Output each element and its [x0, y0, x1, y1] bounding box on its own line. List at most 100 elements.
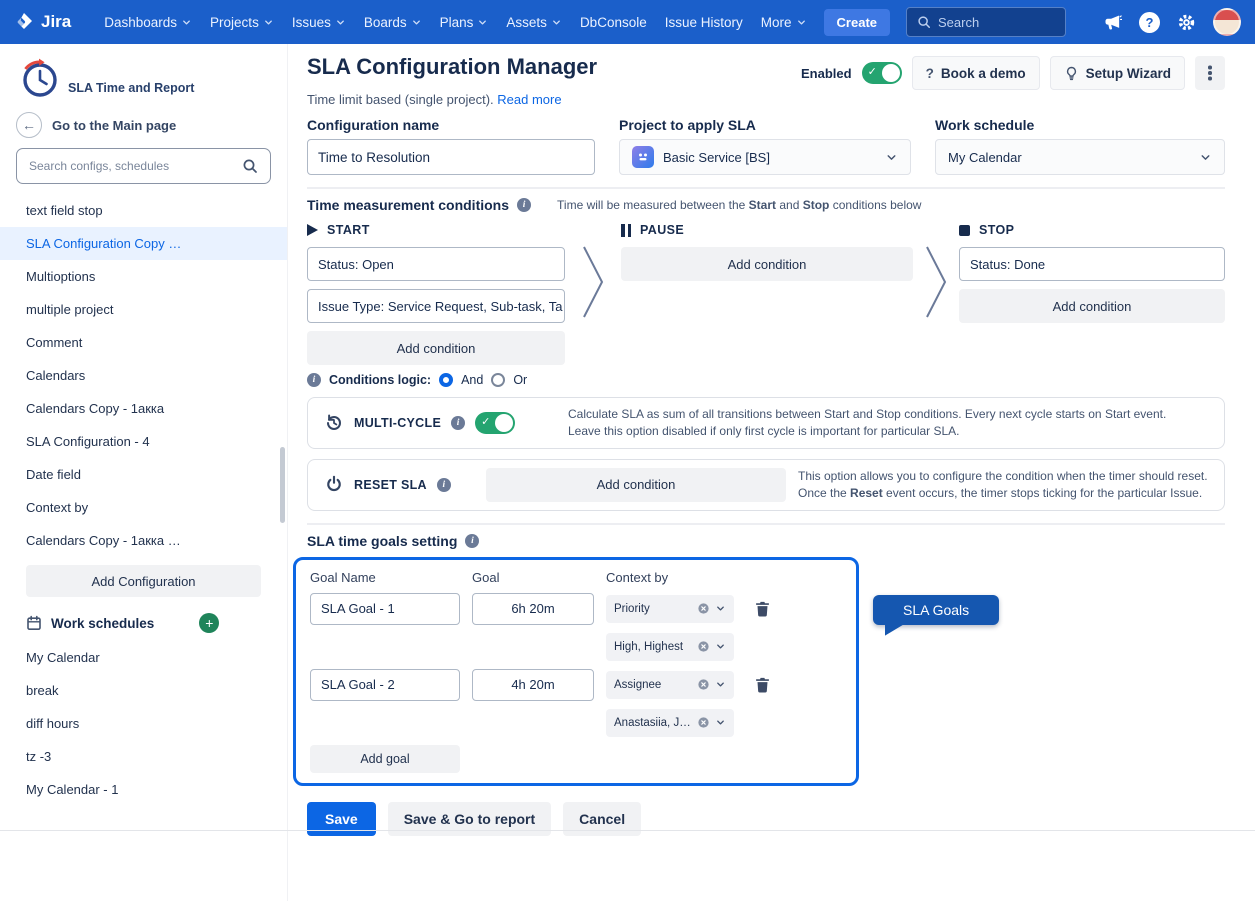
add-goal-button[interactable]: Add goal	[310, 745, 460, 773]
nav-item-dashboards[interactable]: Dashboards	[95, 9, 201, 36]
goal-value-input[interactable]	[472, 593, 594, 625]
add-start-condition-button[interactable]: Add condition	[307, 331, 565, 365]
config-item[interactable]: multiple project	[0, 293, 287, 326]
config-item-selected[interactable]: SLA Configuration Copy …	[0, 227, 287, 260]
back-to-main-link[interactable]: Go to the Main page	[0, 104, 287, 144]
delete-goal-button[interactable]	[746, 670, 778, 700]
nav-item-projects[interactable]: Projects	[201, 9, 283, 36]
clear-icon[interactable]	[697, 602, 710, 615]
more-actions-button[interactable]	[1195, 56, 1225, 90]
kebab-menu-icon	[1208, 71, 1212, 75]
context-by-select[interactable]: Assignee	[606, 671, 734, 699]
multi-cycle-toggle[interactable]	[475, 412, 515, 434]
config-item[interactable]: Date field	[0, 458, 287, 491]
goal-name-input[interactable]	[310, 669, 460, 701]
add-stop-condition-button[interactable]: Add condition	[959, 289, 1225, 323]
chevron-down-icon	[263, 17, 274, 28]
add-schedule-button[interactable]	[199, 613, 219, 633]
start-condition-chip[interactable]: Status: Open	[307, 247, 565, 281]
goal-name-input[interactable]	[310, 593, 460, 625]
config-item[interactable]: Calendars	[0, 359, 287, 392]
global-search-input[interactable]	[938, 15, 1046, 30]
schedule-item[interactable]: My Calendar	[0, 641, 287, 674]
nav-item-assets[interactable]: Assets	[497, 9, 571, 36]
schedule-item[interactable]: diff hours	[0, 707, 287, 740]
user-avatar[interactable]	[1213, 8, 1241, 36]
multi-cycle-description: Calculate SLA as sum of all transitions …	[568, 406, 1166, 440]
announcements-icon[interactable]	[1103, 13, 1122, 32]
settings-gear-icon[interactable]	[1177, 13, 1196, 32]
config-item[interactable]: Comment	[0, 326, 287, 359]
book-demo-button[interactable]: Book a demo	[912, 56, 1040, 90]
time-measurement-hint: Time will be measured between the Start …	[557, 198, 921, 212]
config-item[interactable]: text field stop	[0, 194, 287, 227]
config-item[interactable]: Calendars Copy - 1акка	[0, 392, 287, 425]
sidebar-search-input[interactable]	[29, 159, 234, 173]
config-fields-row: Configuration name Project to apply SLA …	[307, 117, 1225, 175]
schedule-item[interactable]: break	[0, 674, 287, 707]
context-by-select[interactable]: Priority	[606, 595, 734, 623]
start-condition-chip[interactable]: Issue Type: Service Request, Sub-task, T…	[307, 289, 565, 323]
info-icon[interactable]	[307, 373, 321, 387]
help-icon[interactable]	[1139, 12, 1160, 33]
sidebar-scrollbar[interactable]	[280, 447, 285, 523]
clear-icon[interactable]	[697, 678, 710, 691]
sidebar: SLA Time and Report Go to the Main page …	[0, 44, 288, 901]
section-divider	[307, 523, 1225, 525]
sla-goals-callout: SLA Goals	[873, 595, 999, 625]
nav-item-boards[interactable]: Boards	[355, 9, 431, 36]
context-values-select[interactable]: High, Highest	[606, 633, 734, 661]
config-item[interactable]: Multioptions	[0, 260, 287, 293]
work-schedule-select[interactable]: My Calendar	[935, 139, 1225, 175]
logic-or-label: Or	[513, 373, 527, 387]
config-item[interactable]: SLA Configuration - 4	[0, 425, 287, 458]
enabled-label: Enabled	[801, 66, 852, 81]
question-icon	[926, 66, 934, 81]
time-measurement-title: Time measurement conditions	[307, 197, 509, 213]
main-content: SLA Configuration Manager Enabled Book a…	[289, 44, 1255, 901]
info-icon[interactable]	[451, 416, 465, 430]
info-icon[interactable]	[517, 198, 531, 212]
nav-item-issue-history[interactable]: Issue History	[656, 9, 752, 36]
add-configuration-button[interactable]: Add Configuration	[26, 565, 261, 597]
stop-condition-chip[interactable]: Status: Done	[959, 247, 1225, 281]
clear-icon[interactable]	[697, 640, 710, 653]
schedule-item[interactable]: My Calendar - 1	[0, 773, 287, 806]
schedule-item[interactable]: tz -3	[0, 740, 287, 773]
stop-label: STOP	[959, 221, 1225, 239]
work-schedules-title: Work schedules	[51, 616, 154, 631]
goal-value-input[interactable]	[472, 669, 594, 701]
add-pause-condition-button[interactable]: Add condition	[621, 247, 913, 281]
enabled-toggle[interactable]	[862, 62, 902, 84]
nav-item-issues[interactable]: Issues	[283, 9, 355, 36]
sla-app-logo: SLA Time and Report	[0, 44, 287, 104]
logic-or-radio[interactable]	[491, 373, 505, 387]
sidebar-search[interactable]	[16, 148, 271, 184]
info-icon[interactable]	[465, 534, 479, 548]
info-icon[interactable]	[437, 478, 451, 492]
logic-and-radio[interactable]	[439, 373, 453, 387]
jira-brand-label: Jira	[41, 12, 71, 32]
nav-item-more[interactable]: More	[752, 9, 816, 36]
global-search[interactable]	[906, 7, 1066, 37]
context-values-select[interactable]: Anastasiia, John Smit…	[606, 709, 734, 737]
nav-item-plans[interactable]: Plans	[431, 9, 498, 36]
schedule-label: Work schedule	[935, 117, 1225, 133]
create-button[interactable]: Create	[824, 9, 890, 36]
config-item[interactable]: Calendars Copy - 1акка …	[0, 524, 287, 557]
context-by-column-header: Context by	[606, 570, 734, 585]
config-name-input[interactable]	[307, 139, 595, 175]
config-item[interactable]: Context by	[0, 491, 287, 524]
chevron-down-icon	[477, 17, 488, 28]
project-select[interactable]: Basic Service [BS]	[619, 139, 911, 175]
delete-goal-button[interactable]	[746, 594, 778, 624]
config-name-label: Configuration name	[307, 117, 595, 133]
goal-column-header: Goal	[472, 570, 594, 585]
clear-icon[interactable]	[697, 716, 710, 729]
nav-item-dbconsole[interactable]: DbConsole	[571, 9, 656, 36]
setup-wizard-button[interactable]: Setup Wizard	[1050, 56, 1185, 90]
read-more-link[interactable]: Read more	[497, 92, 561, 107]
add-reset-condition-button[interactable]: Add condition	[486, 468, 786, 502]
configuration-list: text field stop SLA Configuration Copy ……	[0, 194, 287, 557]
jira-brand[interactable]: Jira	[14, 12, 71, 32]
